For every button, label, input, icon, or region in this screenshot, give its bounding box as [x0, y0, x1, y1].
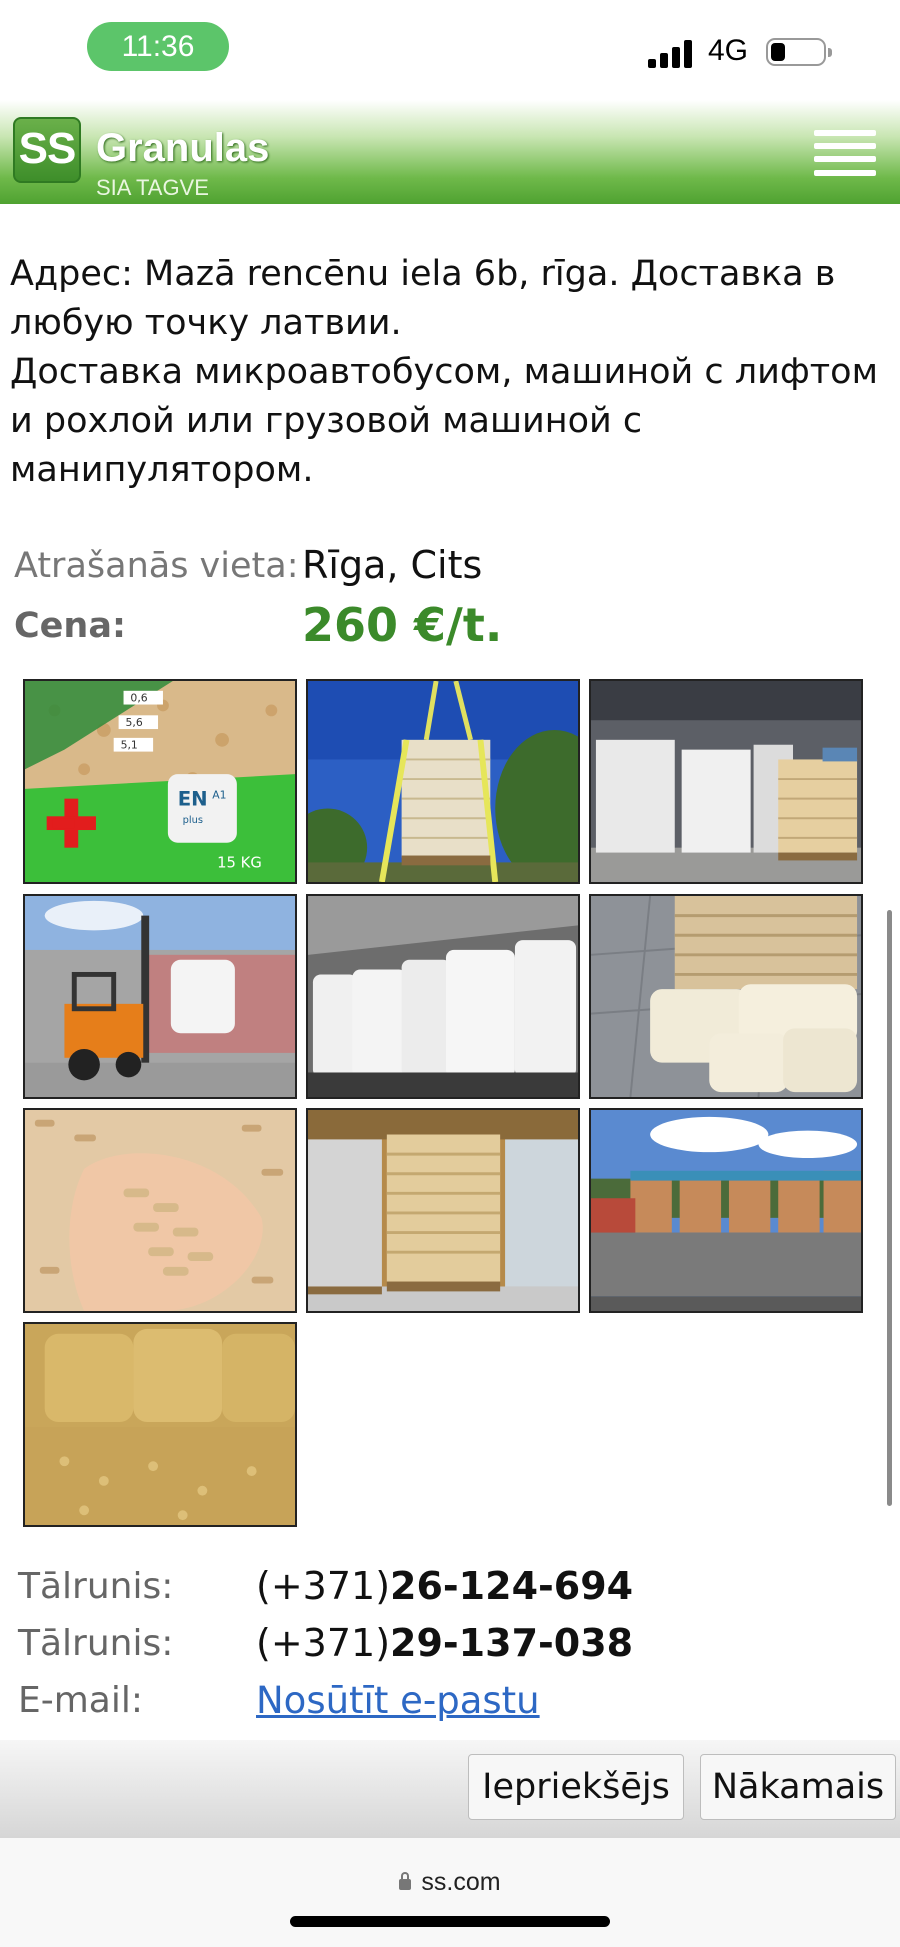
battery-icon [766, 38, 832, 66]
bag-label-text: EN [178, 788, 208, 811]
signal-icon [648, 38, 696, 68]
browser-url-bar[interactable]: ss.com [0, 1838, 900, 1947]
bag-label-text: 5,1 [121, 739, 138, 752]
phone-digits: 26-124-694 [390, 1564, 634, 1608]
site-header: SS Granulas SIA TAGVE [0, 100, 900, 204]
email-label: E-mail: [18, 1680, 143, 1721]
phone-prefix: (+371) [256, 1621, 391, 1665]
ad-navigation-bar: Iepriekšējs Nākamais [0, 1740, 900, 1838]
bag-label-text: 5,6 [126, 716, 143, 729]
send-email-link[interactable]: Nosūtīt e-pastu [256, 1679, 540, 1722]
gallery-thumb-truck-pallets[interactable] [589, 1108, 863, 1313]
gallery-thumb-warehouse-bigbags[interactable] [589, 679, 863, 884]
price-label: Cena: [14, 606, 126, 646]
clock: 11:36 [87, 22, 229, 71]
gallery-thumb-forklift[interactable] [23, 894, 297, 1099]
bag-label-text: 15 KG [217, 854, 262, 871]
bag-label-text: 0,6 [130, 692, 147, 705]
network-type: 4G [708, 34, 749, 67]
page-title: Granulas [96, 126, 270, 170]
home-indicator[interactable] [290, 1916, 610, 1927]
scrollbar[interactable] [887, 910, 892, 1506]
location-value: Rīga, Cits [302, 543, 483, 587]
previous-button[interactable]: Iepriekšējs [468, 1754, 684, 1820]
hamburger-menu-icon[interactable] [814, 130, 876, 176]
location-label: Atrašanās vieta: [14, 546, 299, 586]
phone-digits: 29-137-038 [390, 1621, 634, 1665]
phone-label: Tālrunis: [18, 1623, 174, 1664]
bag-label-text: A1 [212, 789, 226, 802]
gallery-thumb-pellet-bag[interactable]: 0,6 5,6 5,1 EN plus A1 15 KG [23, 679, 297, 884]
url-text: ss.com [421, 1868, 501, 1896]
lock-icon [399, 1872, 412, 1890]
description-line: Доставка микроавтобусом, машиной с лифто… [10, 352, 878, 490]
phone-prefix: (+371) [256, 1564, 391, 1608]
gallery-thumb-pellets-closeup[interactable] [23, 1322, 297, 1527]
gallery-thumb-pellets-in-hand[interactable] [23, 1108, 297, 1313]
address-display[interactable]: ss.com [0, 1868, 900, 1897]
page-subtitle: SIA TAGVE [96, 175, 209, 200]
bag-label-text: plus [183, 815, 203, 826]
status-bar: 11:36 4G [0, 0, 900, 100]
ad-description: Адрес: Mazā rencēnu iela 6b, rīga. Доста… [10, 250, 890, 495]
phone-number-2[interactable]: (+371)29-137-038 [256, 1621, 633, 1665]
price-value: 260 €/t. [302, 598, 503, 652]
phone-number-1[interactable]: (+371)26-124-694 [256, 1564, 633, 1608]
phone-label: Tālrunis: [18, 1566, 174, 1607]
description-line: Адрес: Mazā rencēnu iela 6b, rīga. Доста… [10, 254, 836, 343]
gallery-thumb-pallet-bags[interactable] [589, 894, 863, 1099]
gallery-thumb-pallets-warehouse[interactable] [306, 1108, 580, 1313]
gallery-thumb-truck-bigbags[interactable] [306, 894, 580, 1099]
gallery-thumb-crane-bigbag[interactable] [306, 679, 580, 884]
ss-logo[interactable]: SS [13, 117, 81, 183]
next-button[interactable]: Nākamais [700, 1754, 896, 1820]
